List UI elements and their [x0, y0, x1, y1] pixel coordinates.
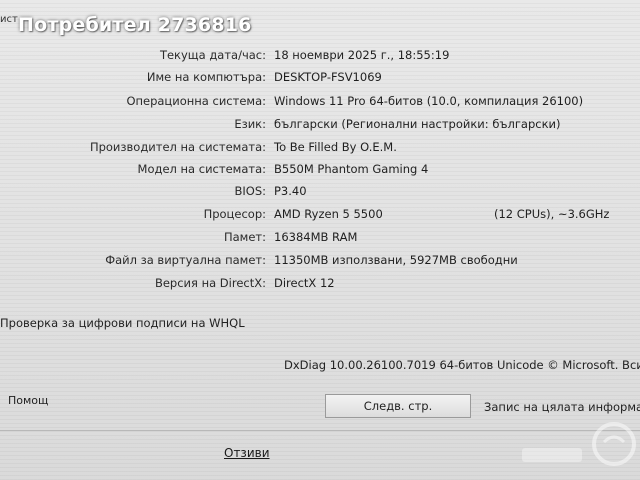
next-page-button[interactable]: Следв. стр.: [325, 394, 471, 418]
dxdiag-window: ист Потребител 2736816 Текуща дата/час: …: [0, 0, 640, 480]
info-row-datetime: Текуща дата/час: 18 ноември 2025 г., 18:…: [0, 48, 640, 68]
info-row-bios: BIOS: P3.40: [0, 184, 640, 204]
bios-value: P3.40: [274, 184, 307, 198]
memory-value: 16384MB RAM: [274, 230, 358, 244]
pagefile-label: Файл за виртуална памет:: [105, 253, 266, 267]
info-row-memory: Памет: 16384MB RAM: [0, 230, 640, 250]
help-button[interactable]: Помощ: [8, 394, 48, 407]
whql-check-option[interactable]: Проверка за цифрови подписи на WHQL: [0, 316, 245, 330]
save-all-info-button[interactable]: Запис на цялата информа: [484, 400, 640, 414]
processor-cpus: (12 CPUs), ~3.6GHz: [494, 207, 610, 221]
language-value: български (Регионални настройки: българс…: [274, 117, 561, 131]
info-row-manufacturer: Производител на системата: To Be Filled …: [0, 140, 640, 160]
manufacturer-value: To Be Filled By O.E.M.: [274, 140, 397, 154]
info-row-os: Операционна система: Windows 11 Pro 64-б…: [0, 94, 640, 114]
memory-label: Памет:: [223, 230, 266, 244]
model-label: Модел на системата:: [137, 162, 266, 176]
datetime-value: 18 ноември 2025 г., 18:55:19: [274, 48, 450, 62]
dxdiag-version-text: DxDiag 10.00.26100.7019 64-битов Unicode…: [284, 358, 640, 372]
directx-value: DirectX 12: [274, 276, 335, 290]
info-row-processor: Процесор: AMD Ryzen 5 5500 (12 CPUs), ~3…: [0, 207, 640, 227]
os-label: Операционна система:: [126, 94, 266, 108]
bazar-logo-icon: [522, 422, 636, 466]
language-label: Език:: [234, 117, 266, 131]
info-row-pagefile: Файл за виртуална памет: 11350MB използв…: [0, 253, 640, 273]
reviews-link[interactable]: Отзиви: [224, 446, 270, 460]
computer-name-value: DESKTOP-FSV1069: [274, 70, 382, 84]
computer-name-label: Име на компютъра:: [146, 70, 266, 84]
manufacturer-label: Производител на системата:: [89, 140, 266, 154]
user-overlay-title: Потребител 2736816: [18, 14, 252, 36]
info-row-model: Модел на системата: B550M Phantom Gaming…: [0, 162, 640, 182]
directx-label: Версия на DirectX:: [154, 276, 266, 290]
pagefile-value: 11350MB използвани, 5927MB свободни: [274, 253, 518, 267]
os-value: Windows 11 Pro 64-битов (10.0, компилаци…: [274, 94, 584, 108]
model-value: B550M Phantom Gaming 4: [274, 162, 429, 176]
cropped-tab-label[interactable]: ист: [0, 14, 18, 25]
bios-label: BIOS:: [234, 184, 266, 198]
info-row-computer-name: Име на компютъра: DESKTOP-FSV1069: [0, 70, 640, 90]
datetime-label: Текуща дата/час:: [159, 48, 266, 62]
info-row-language: Език: български (Регионални настройки: б…: [0, 117, 640, 137]
info-row-directx: Версия на DirectX: DirectX 12: [0, 276, 640, 296]
processor-label: Процесор:: [203, 207, 266, 221]
processor-value: AMD Ryzen 5 5500: [274, 207, 383, 221]
